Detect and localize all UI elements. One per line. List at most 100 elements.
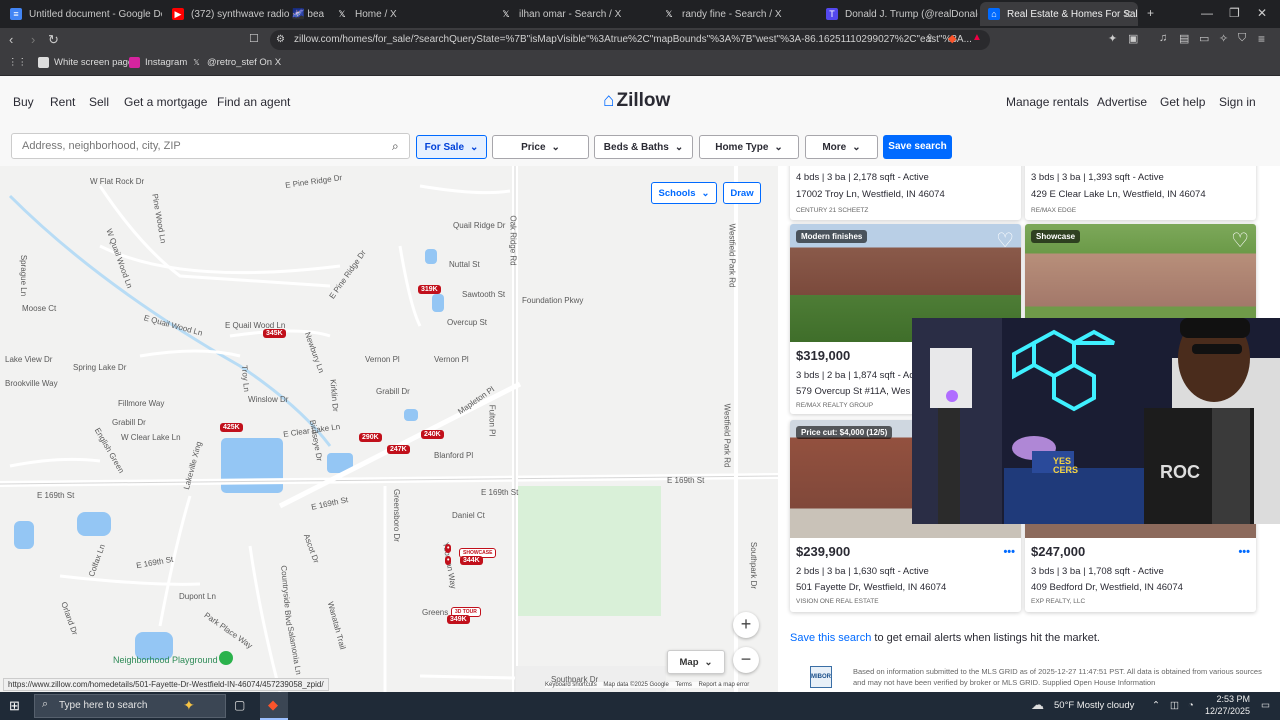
listing-address[interactable]: 579 Overcup St #11A, Wes	[796, 386, 910, 397]
filter-home-type[interactable]: Home Type ⌄	[699, 135, 799, 159]
weather-icon[interactable]: ☁	[1031, 697, 1044, 713]
street-label: Southpark Dr	[749, 541, 759, 590]
search-icon[interactable]: ⌕	[392, 139, 399, 154]
listing-card[interactable]: 4 bds | 3 ba | 2,178 sqft - Active 17002…	[790, 166, 1021, 220]
nav-manage-rentals[interactable]: Manage rentals	[1006, 95, 1089, 109]
listing-address[interactable]: 409 Bedford Dr, Westfield, IN 46074	[1031, 582, 1183, 593]
taskbar-search-input[interactable]: Type here to search	[34, 694, 226, 718]
close-tab-icon[interactable]: ✕	[1123, 8, 1132, 21]
price-pin[interactable]: 240K	[421, 430, 444, 439]
sidebar-icon[interactable]: ▤	[1179, 32, 1189, 45]
map-type-button[interactable]: Map ⌄	[667, 650, 725, 674]
playground-label[interactable]: Neighborhood Playground	[113, 655, 218, 665]
heart-icon[interactable]: ♡	[996, 228, 1014, 253]
new-tab-icon[interactable]: +	[1147, 6, 1154, 20]
price-pin[interactable]: 425K	[220, 423, 243, 432]
share-icon[interactable]: ⇪	[925, 32, 934, 45]
forward-icon[interactable]: ›	[31, 32, 35, 47]
nav-find-agent[interactable]: Find an agent	[217, 95, 290, 109]
search-input[interactable]: Address, neighborhood, city, ZIP	[11, 133, 410, 159]
bookmark-icon[interactable]: ☐	[249, 32, 259, 45]
nav-get-help[interactable]: Get help	[1160, 95, 1205, 109]
price-pin[interactable]: 290K	[359, 433, 382, 442]
filter-for-sale[interactable]: For Sale ⌄	[416, 135, 487, 159]
minimize-icon[interactable]: —	[1201, 6, 1213, 20]
nav-get-mortgage[interactable]: Get a mortgage	[124, 95, 207, 109]
draw-button[interactable]: Draw	[723, 182, 761, 204]
nav-advertise[interactable]: Advertise	[1097, 95, 1147, 109]
save-this-search-link[interactable]: Save this search	[790, 632, 871, 644]
nav-sign-in[interactable]: Sign in	[1219, 95, 1256, 109]
ai-icon[interactable]: ✧	[1219, 32, 1228, 45]
bookmark-white-screen[interactable]: White screen page	[38, 57, 133, 68]
menu-icon[interactable]: ≡	[1258, 32, 1265, 46]
clock-time[interactable]: 2:53 PM	[1204, 694, 1250, 704]
schools-button[interactable]: Schools ⌄	[651, 182, 717, 204]
save-search-button[interactable]: Save search	[883, 135, 952, 159]
site-settings-icon[interactable]: ⚙	[276, 34, 285, 45]
report-error-link[interactable]: Report a map error	[699, 682, 750, 688]
screenshot-icon[interactable]: ▣	[1128, 32, 1138, 45]
notifications-icon[interactable]: ▭	[1261, 700, 1270, 711]
tab-x-search-fine[interactable]: 𝕏randy fine - Search / X	[655, 2, 815, 26]
tab-google-docs[interactable]: ≡ Untitled document - Google Docs	[2, 2, 162, 26]
nav-buy[interactable]: Buy	[13, 95, 34, 109]
street-label: E 169th St	[481, 488, 519, 497]
network-icon[interactable]: ◫	[1170, 700, 1179, 711]
filter-beds-baths[interactable]: Beds & Baths ⌄	[594, 135, 693, 159]
close-window-icon[interactable]: ✕	[1257, 6, 1267, 20]
copilot-icon[interactable]: ✦	[183, 697, 195, 714]
clock-date[interactable]: 12/27/2025	[1204, 706, 1250, 716]
map-view[interactable]: W Flat Rock Dr E Pine Ridge Dr Quail Rid…	[0, 166, 778, 692]
restore-icon[interactable]: ❐	[1229, 6, 1240, 20]
brave-shield-icon[interactable]: ◆	[948, 32, 956, 45]
zillow-logo[interactable]: ⌂ Zillow	[603, 90, 670, 112]
wallet-icon[interactable]: ▭	[1199, 32, 1209, 45]
price-pin[interactable]: 247K	[387, 445, 410, 454]
back-icon[interactable]: ‹	[9, 32, 13, 47]
windows-start-icon[interactable]: ⊞	[9, 698, 20, 714]
weather-text[interactable]: 50°F Mostly cloudy	[1054, 700, 1134, 711]
filter-more[interactable]: More ⌄	[805, 135, 878, 159]
taskbar-brave-button[interactable]: ◆	[260, 692, 288, 720]
price-pin[interactable]: 319K	[418, 285, 441, 294]
more-options-icon[interactable]: •••	[1238, 546, 1250, 558]
url-bar[interactable]: zillow.com/homes/for_sale/?searchQuerySt…	[270, 30, 990, 50]
tab-youtube[interactable]: ▶ (372) synthwave radio 🌌 beats	[164, 2, 324, 26]
price-pin[interactable]: 344K	[460, 556, 483, 565]
tab-zillow[interactable]: ⌂ Real Estate & Homes For Sale - ✕	[980, 2, 1138, 26]
zoom-out-button[interactable]: −	[733, 647, 759, 673]
listing-broker: CENTURY 21 SCHEETZ	[796, 207, 869, 214]
price-pin[interactable]: 349K	[447, 615, 470, 624]
task-view-icon[interactable]: ▢	[234, 698, 245, 712]
nav-rent[interactable]: Rent	[50, 95, 75, 109]
listing-card[interactable]: 3 bds | 3 ba | 1,393 sqft - Active 429 E…	[1025, 166, 1256, 220]
extensions-icon[interactable]: ✦	[1108, 32, 1117, 45]
filter-price[interactable]: Price ⌄	[492, 135, 589, 159]
tray-chevron-icon[interactable]: ⌃	[1152, 700, 1160, 711]
tab-x-search-omar[interactable]: 𝕏ilhan omar - Search / X	[492, 2, 652, 26]
heart-icon[interactable]: ♡	[1231, 228, 1249, 253]
price-pin[interactable]: 345K	[263, 329, 286, 338]
terms-link[interactable]: Terms	[676, 682, 692, 688]
apps-icon[interactable]: ⋮⋮	[8, 57, 27, 68]
price-pin-dot[interactable]: •	[445, 556, 452, 565]
listing-address[interactable]: 501 Fayette Dr, Westfield, IN 46074	[796, 582, 946, 593]
bookmark-instagram[interactable]: Instagram	[129, 57, 187, 68]
more-options-icon[interactable]: •••	[1003, 546, 1015, 558]
pond	[425, 249, 437, 264]
volume-icon[interactable]: ◔	[1188, 700, 1194, 711]
tab-truth-social[interactable]: TDonald J. Trump (@realDonaldTrump	[818, 2, 978, 26]
bookmark-retro-stef[interactable]: 𝕏 @retro_stef On X	[191, 57, 281, 68]
nav-sell[interactable]: Sell	[89, 95, 109, 109]
listing-address[interactable]: 429 E Clear Lake Ln, Westfield, IN 46074	[1031, 189, 1206, 200]
tab-x-home[interactable]: 𝕏 Home / X	[328, 2, 488, 26]
rewards-icon[interactable]: ▲	[972, 32, 982, 43]
vpn-icon[interactable]: ⛉	[1238, 32, 1246, 45]
reload-icon[interactable]: ↻	[48, 32, 59, 48]
zoom-in-button[interactable]: +	[733, 612, 759, 638]
music-icon[interactable]: ♫	[1159, 32, 1167, 44]
keyboard-shortcuts-link[interactable]: Keyboard shortcuts	[545, 682, 597, 688]
price-pin-dot[interactable]: •	[445, 544, 452, 553]
listing-address[interactable]: 17002 Troy Ln, Westfield, IN 46074	[796, 189, 945, 200]
